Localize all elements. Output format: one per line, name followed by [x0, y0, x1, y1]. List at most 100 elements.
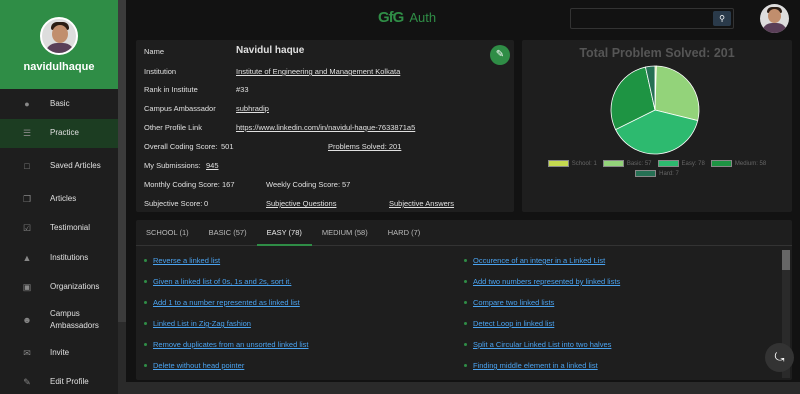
problem-link[interactable]: Add two numbers represented by linked li…: [473, 277, 620, 286]
legend-swatch: [635, 170, 657, 177]
rank-value: #33: [236, 85, 249, 94]
code-icon: ☰: [22, 128, 32, 139]
subjective-score-label: Subjective Score:: [144, 199, 203, 208]
sidebar-item-label: Practice: [50, 128, 79, 138]
institution-link[interactable]: Institute of Engineering and Management …: [236, 67, 400, 76]
legend-item-basic[interactable]: Basic: 57: [602, 160, 652, 167]
submissions-link[interactable]: 945: [206, 161, 219, 170]
sidebar-scrollbar[interactable]: [118, 0, 126, 394]
legend-swatch: [710, 160, 732, 167]
legend-item-medium[interactable]: Medium: 58: [710, 160, 767, 167]
problem-link[interactable]: Remove duplicates from an unsorted linke…: [153, 340, 309, 349]
edit-profile-button[interactable]: ✎: [490, 45, 510, 65]
profile-link-label: Other Profile Link: [144, 123, 202, 132]
bullet-icon: [464, 259, 467, 262]
sidebar-item-label: Saved Articles: [50, 161, 101, 170]
legend-label: School: 1: [571, 160, 597, 167]
share-button[interactable]: ⤿: [765, 343, 794, 372]
legend-label: Medium: 58: [734, 160, 767, 167]
sidebar-item-campus-ambassadors[interactable]: ☻ Campus Ambassadors: [0, 302, 118, 338]
problem-link[interactable]: Add 1 to a number represented as linked …: [153, 298, 300, 307]
problem-link[interactable]: Linked List in Zig-Zag fashion: [153, 319, 251, 328]
chart-card: Total Problem Solved: 201 School: 1 Basic…: [522, 40, 792, 212]
tab-medium[interactable]: MEDIUM (58): [312, 220, 378, 246]
coding-score-label: Overall Coding Score:: [144, 142, 218, 151]
submissions-label: My Submissions:: [144, 161, 201, 170]
problem-link[interactable]: Delete without head pointer: [153, 361, 244, 370]
legend-item-hard[interactable]: Hard: 7: [635, 170, 679, 177]
sidebar-item-practice[interactable]: ☰ Practice: [0, 118, 118, 148]
sidebar-item-label: Institutions: [50, 252, 89, 262]
share-icon: ⤿: [774, 350, 785, 364]
bookmark-icon: □: [24, 161, 30, 171]
sidebar-item-articles[interactable]: ❐ Articles: [0, 184, 118, 214]
search-icon[interactable]: ⚲: [713, 11, 731, 26]
bullet-icon: [144, 280, 147, 283]
sidebar-item-label: Organizations: [50, 282, 100, 292]
legend-swatch: [602, 160, 624, 167]
sidebar-item-label: Edit Profile: [50, 377, 89, 387]
problem-link[interactable]: Compare two linked lists: [473, 298, 554, 307]
legend-item-easy[interactable]: Easy: 78: [657, 160, 705, 167]
problem-column-right: Occurence of an integer in a Linked List…: [464, 250, 764, 376]
legend-swatch: [547, 160, 569, 167]
institution-label: Institution: [144, 67, 177, 76]
problem-link[interactable]: Detect Loop in linked list: [473, 319, 554, 328]
legend-item-school[interactable]: School: 1: [547, 160, 597, 167]
sidebar-item-organizations[interactable]: ▣ Organizations: [0, 273, 118, 303]
sidebar-item-invite[interactable]: ✉ Invite: [0, 338, 118, 368]
weekly-score-label: Weekly Coding Score:: [266, 180, 341, 189]
sidebar-scrollbar-thumb[interactable]: [118, 0, 126, 322]
problem-list-scrollbar-thumb[interactable]: [782, 250, 790, 270]
tab-basic[interactable]: BASIC (57): [199, 220, 257, 246]
tab-school[interactable]: SCHOOL (1): [136, 220, 199, 246]
sidebar-item-label: Testimonial: [50, 223, 91, 233]
bullet-icon: [144, 301, 147, 304]
bullet-icon: [464, 301, 467, 304]
sidebar-item-edit-profile[interactable]: ✎ Edit Profile: [0, 368, 118, 394]
sidebar-item-label: Invite: [50, 347, 70, 357]
problems-solved-link[interactable]: Problems Solved: 201: [328, 142, 401, 151]
person-icon: ●: [24, 98, 30, 109]
name-label: Name: [144, 47, 165, 56]
search-input[interactable]: ⚲: [570, 8, 734, 29]
graduation-cap-icon: ▲: [22, 252, 32, 263]
sidebar: navidulhaque ● Basic ☰ Practice □ Saved Artic…: [0, 0, 118, 394]
subjective-answers-link[interactable]: Subjective Answers: [389, 199, 454, 208]
problem-link[interactable]: Split a Circular Linked List into two ha…: [473, 340, 611, 349]
ambassador-link[interactable]: subhradip: [236, 104, 269, 113]
problem-link[interactable]: Reverse a linked list: [153, 256, 220, 265]
rank-label: Rank in Institute: [144, 85, 198, 94]
subjective-questions-link[interactable]: Subjective Questions: [266, 199, 336, 208]
bullet-icon: [144, 322, 147, 325]
list-item: Add 1 to a number represented as linked …: [144, 292, 444, 313]
tab-hard[interactable]: HARD (7): [378, 220, 431, 246]
sidebar-item-saved-articles[interactable]: □ Saved Articles: [0, 148, 118, 184]
profile-link[interactable]: https://www.linkedin.com/in/navidul-haqu…: [236, 123, 415, 132]
problem-link[interactable]: Finding middle element in a linked list: [473, 361, 598, 370]
list-item: Add two numbers represented by linked li…: [464, 271, 764, 292]
logo[interactable]: GfG Auth: [378, 9, 436, 26]
list-item: Finding middle element in a linked list: [464, 355, 764, 376]
user-avatar[interactable]: [760, 4, 789, 33]
problem-link[interactable]: Given a linked list of 0s, 1s and 2s, so…: [153, 277, 291, 286]
problems-card: SCHOOL (1) BASIC (57) EASY (78) MEDIUM (58)…: [136, 220, 792, 380]
tab-easy[interactable]: EASY (78): [256, 220, 312, 246]
bullet-icon: [144, 259, 147, 262]
sidebar-item-testimonial[interactable]: ☑ Testimonial: [0, 214, 118, 244]
sidebar-item-label: Basic: [50, 98, 70, 108]
bottom-strip: [126, 382, 800, 394]
list-item: Split a Circular Linked List into two ha…: [464, 334, 764, 355]
subjective-score-value: 0: [204, 199, 209, 208]
chart-legend: School: 1 Basic: 57 Easy: 78 Medium: 58 Hard…: [532, 160, 782, 177]
problem-link[interactable]: Occurence of an integer in a Linked List: [473, 256, 605, 265]
legend-label: Hard: 7: [659, 170, 679, 177]
bullet-icon: [144, 364, 147, 367]
chart-title: Total Problem Solved: 201: [579, 46, 735, 60]
building-icon: ▣: [22, 282, 32, 293]
sidebar-item-institutions[interactable]: ▲ Institutions: [0, 243, 118, 273]
bullet-icon: [464, 322, 467, 325]
avatar[interactable]: [40, 17, 78, 55]
sidebar-item-basic[interactable]: ● Basic: [0, 89, 118, 119]
profile-name: Navidul haque: [236, 45, 305, 56]
